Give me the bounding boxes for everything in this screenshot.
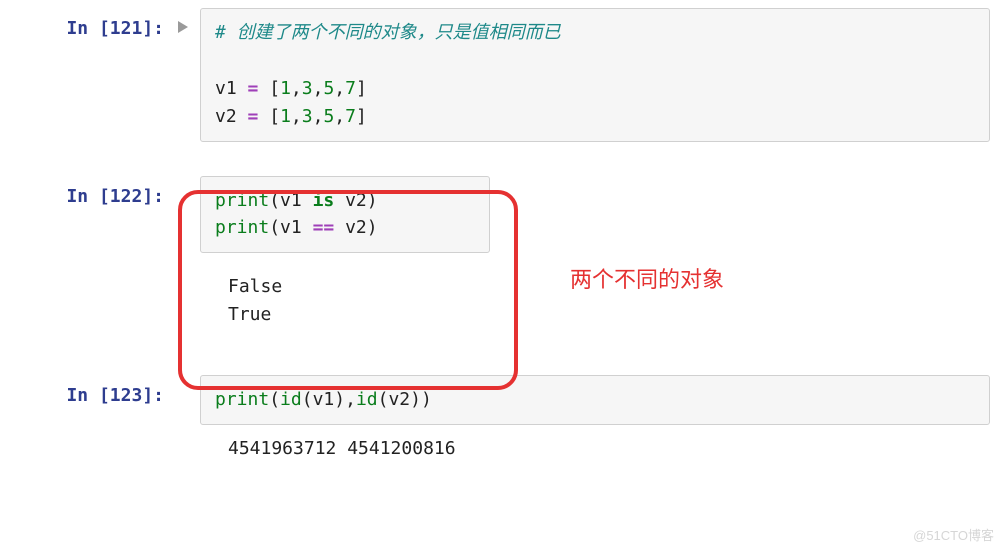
run-button-122-placeholder — [172, 174, 194, 188]
annotation-text: 两个不同的对象 — [570, 262, 724, 294]
output-line: False — [228, 276, 282, 297]
prompt-121: In [121]: — [0, 6, 172, 39]
code-input-121[interactable]: # 创建了两个不同的对象，只是值相同而已 v1 = [1,3,5,7] v2 =… — [200, 8, 990, 142]
run-button-123-placeholder — [172, 373, 194, 387]
output-123: 4541963712 4541200816 — [214, 431, 990, 473]
cell-122: In [122]: print(v1 is v2) print(v1 == v2… — [0, 174, 1002, 256]
play-icon — [176, 20, 190, 34]
code-comment: # 创建了两个不同的对象，只是值相同而已 — [215, 22, 561, 43]
code-input-123[interactable]: print(id(v1),id(v2)) — [200, 375, 990, 425]
watermark: @51CTO博客 — [913, 525, 994, 544]
code-input-122[interactable]: print(v1 is v2) print(v1 == v2) — [200, 176, 490, 254]
output-line: 4541963712 4541200816 — [228, 438, 456, 459]
prompt-123: In [123]: — [0, 373, 172, 406]
run-button-121[interactable] — [172, 6, 194, 34]
prompt-122: In [122]: — [0, 174, 172, 207]
cell-121: In [121]: # 创建了两个不同的对象，只是值相同而已 v1 = [1,3… — [0, 6, 1002, 144]
output-line: True — [228, 304, 271, 325]
cell-123: In [123]: print(id(v1),id(v2)) — [0, 373, 1002, 427]
